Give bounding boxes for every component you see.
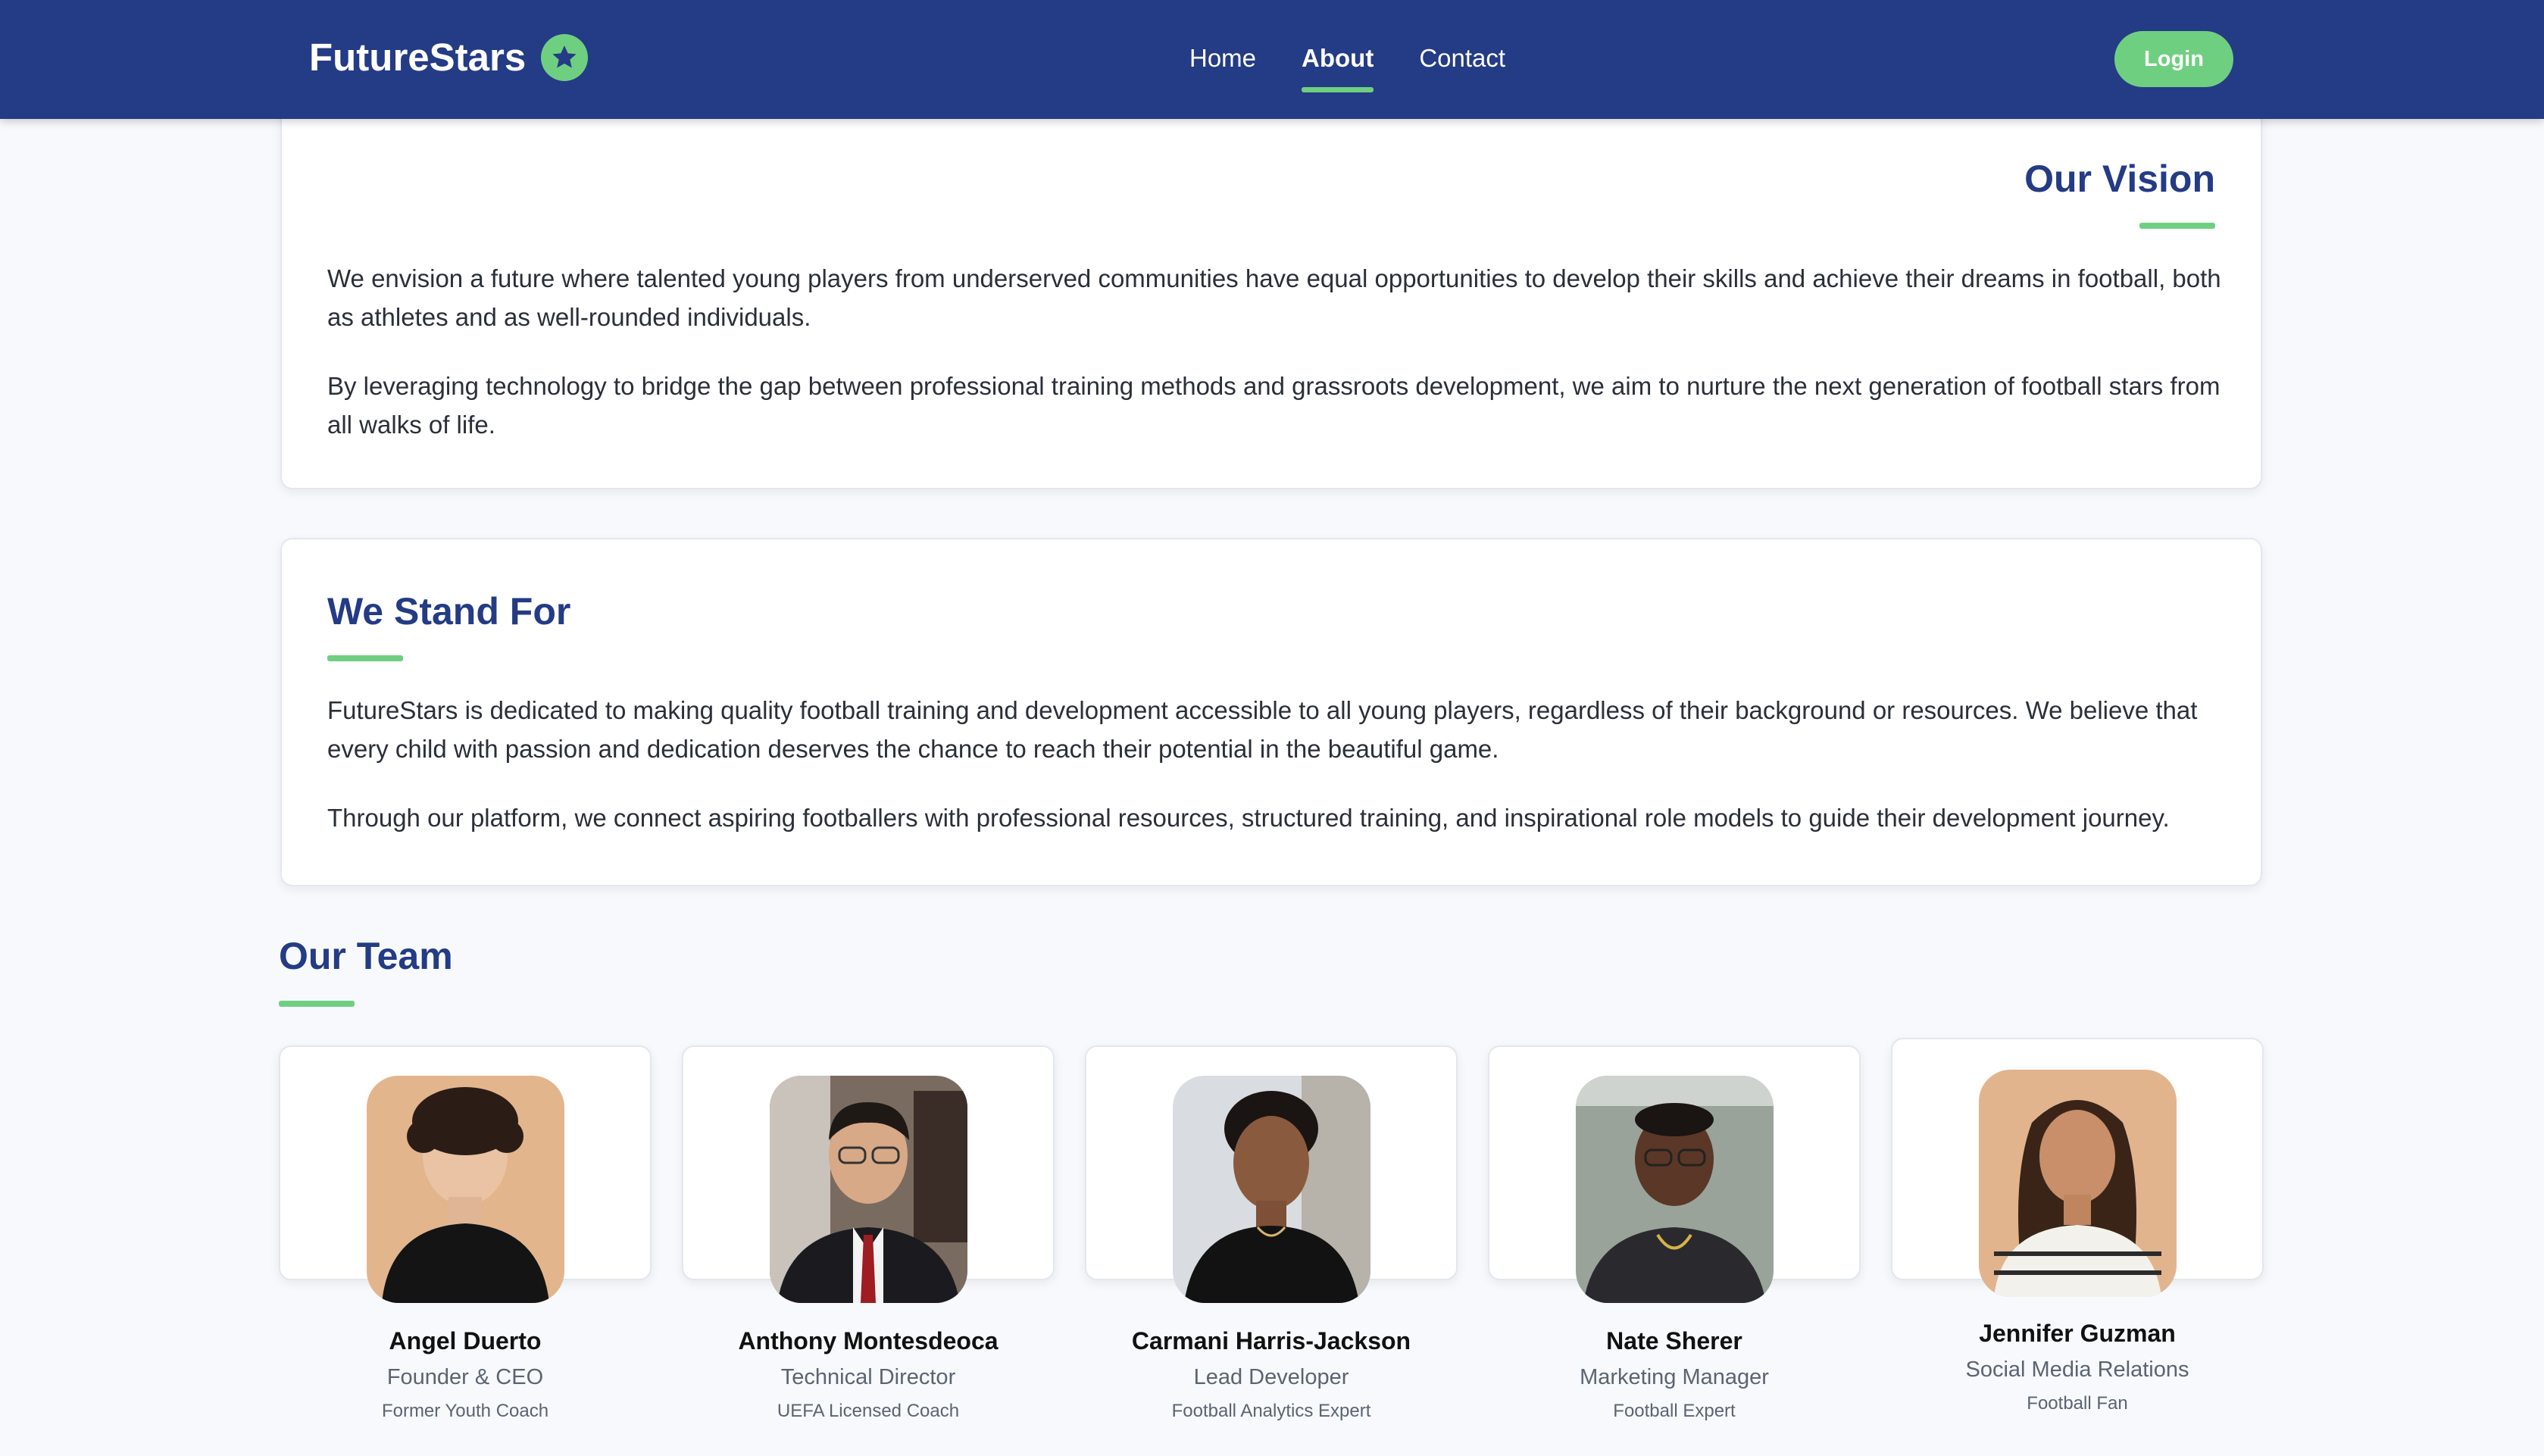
login-button[interactable]: Login bbox=[2114, 31, 2233, 87]
brand-name: FutureStars bbox=[309, 36, 527, 79]
member-role: Founder & CEO bbox=[386, 1365, 544, 1389]
vision-card: Our Vision We envision a future where ta… bbox=[280, 98, 2262, 489]
member-credential: Football Analytics Expert bbox=[1171, 1401, 1371, 1421]
stand-for-title-underline bbox=[327, 655, 403, 661]
member-name: Jennifer Guzman bbox=[1979, 1320, 2176, 1347]
team-member-card[interactable]: Jennifer Guzman Social Media Relations F… bbox=[1891, 1038, 2264, 1414]
team-member-card[interactable]: Nate Sherer Marketing Manager Football E… bbox=[1488, 1045, 1861, 1421]
stand-for-title: We Stand For bbox=[327, 590, 571, 633]
member-name: Nate Sherer bbox=[1606, 1327, 1742, 1354]
team-member-card[interactable]: Anthony Montesdeoca Technical Director U… bbox=[682, 1045, 1055, 1421]
star-badge-icon bbox=[541, 34, 589, 81]
member-credential: Football Expert bbox=[1613, 1401, 1736, 1421]
stand-for-paragraph-1: FutureStars is dedicated to making quali… bbox=[327, 696, 2198, 763]
member-name: Anthony Montesdeoca bbox=[738, 1327, 999, 1354]
active-underline bbox=[1302, 87, 1374, 92]
team-title-underline bbox=[279, 1001, 355, 1007]
stand-for-card: We Stand For FutureStars is dedicated to… bbox=[280, 538, 2262, 886]
team-member-card[interactable]: Carmani Harris-Jackson Lead Developer Fo… bbox=[1085, 1045, 1458, 1421]
vision-title-underline bbox=[2139, 223, 2215, 229]
member-photo-nate-sherer bbox=[1576, 1076, 1774, 1303]
team-title: Our Team bbox=[279, 935, 453, 977]
member-photo-jennifer-guzman bbox=[1979, 1070, 2177, 1297]
member-name: Angel Duerto bbox=[389, 1327, 542, 1354]
nav-link-home[interactable]: Home bbox=[1189, 39, 1256, 77]
member-credential: Football Fan bbox=[2027, 1393, 2128, 1414]
brand-logo[interactable]: FutureStars bbox=[309, 30, 589, 85]
vision-paragraph-2: By leveraging technology to bridge the g… bbox=[327, 372, 2221, 439]
member-role: Social Media Relations bbox=[1965, 1358, 2189, 1382]
nav-link-about-label: About bbox=[1302, 44, 1374, 72]
member-photo-carmani-harris-jackson bbox=[1173, 1076, 1370, 1303]
team-member-card[interactable]: Angel Duerto Founder & CEO Former Youth … bbox=[279, 1045, 652, 1421]
member-photo-anthony-montesdeoca bbox=[770, 1076, 967, 1303]
member-credential: UEFA Licensed Coach bbox=[777, 1401, 960, 1421]
member-role: Lead Developer bbox=[1193, 1365, 1349, 1389]
member-credential: Former Youth Coach bbox=[381, 1401, 549, 1421]
member-photo-angel-duerto bbox=[367, 1076, 564, 1303]
stand-for-paragraph-2: Through our platform, we connect aspirin… bbox=[327, 804, 2170, 832]
member-role: Technical Director bbox=[780, 1365, 956, 1389]
vision-paragraph-1: We envision a future where talented youn… bbox=[327, 264, 2221, 331]
nav-links: Home About Contact bbox=[1189, 39, 1505, 92]
vision-title: Our Vision bbox=[2024, 158, 2215, 200]
member-role: Marketing Manager bbox=[1580, 1365, 1769, 1389]
nav-link-about[interactable]: About bbox=[1302, 39, 1374, 92]
member-name: Carmani Harris-Jackson bbox=[1131, 1327, 1411, 1354]
top-navbar: FutureStars Home About Contact Login bbox=[0, 0, 2544, 119]
nav-link-contact[interactable]: Contact bbox=[1419, 39, 1505, 77]
